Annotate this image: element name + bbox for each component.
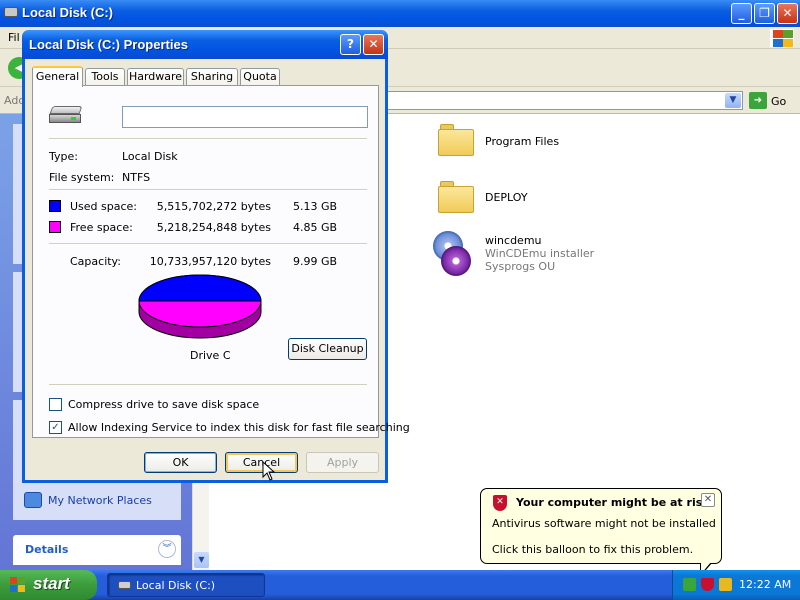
cd-icon[interactable] — [441, 246, 471, 276]
taskbar-button-label: Local Disk (C:) — [136, 579, 216, 592]
maximize-icon[interactable]: ❐ — [754, 3, 775, 24]
drive-icon — [118, 581, 131, 589]
explorer-title-bar[interactable]: Local Disk (C:) _ ❐ ✕ — [0, 0, 800, 27]
clock[interactable]: 12:22 AM — [739, 578, 791, 591]
security-shield-icon: ✕ — [493, 495, 507, 511]
start-label: start — [33, 574, 70, 593]
file-item-deploy[interactable]: DEPLOY — [485, 191, 528, 204]
type-value: Local Disk — [122, 150, 178, 163]
volume-label-input[interactable] — [122, 106, 368, 128]
divider — [49, 384, 367, 386]
file-item-description: WinCDEmu installer — [485, 247, 595, 260]
explorer-title: Local Disk (C:) — [22, 5, 114, 20]
used-space-label: Used space: — [70, 200, 138, 213]
used-space-gb: 5.13 GB — [293, 200, 338, 213]
details-header[interactable]: Details ︾ — [13, 535, 181, 565]
balloon-title: Your computer might be at risk — [516, 496, 710, 509]
disk-usage-pie-chart — [138, 274, 262, 339]
folder-icon[interactable] — [438, 124, 474, 156]
free-space-label: Free space: — [70, 221, 133, 234]
file-system-label: File system: — [49, 171, 115, 184]
go-arrow-icon[interactable]: ➜ — [749, 92, 767, 109]
security-notification-balloon[interactable]: ✕ Your computer might be at risk ✕ Antiv… — [480, 488, 722, 564]
taskbar: start Local Disk (C:) 12:22 AM — [0, 570, 800, 600]
file-item-program-files[interactable]: Program Files — [485, 135, 559, 148]
address-input[interactable]: ▼ — [385, 91, 743, 110]
network-tray-icon[interactable] — [683, 578, 696, 591]
compress-label[interactable]: Compress drive to save disk space — [68, 398, 259, 411]
chevron-down-icon[interactable]: ▼ — [725, 93, 741, 108]
tab-tools[interactable]: Tools — [85, 68, 125, 86]
start-button[interactable]: start — [0, 570, 97, 600]
tab-hardware[interactable]: Hardware — [127, 68, 184, 86]
tab-sharing[interactable]: Sharing — [186, 68, 238, 86]
free-space-swatch — [49, 221, 61, 233]
windows-logo-icon — [770, 29, 794, 47]
windows-flag-icon — [10, 577, 26, 593]
help-icon[interactable]: ? — [340, 34, 361, 55]
dialog-title-bar[interactable]: Local Disk (C:) Properties ? ✕ — [22, 30, 388, 59]
hard-drive-icon — [49, 106, 83, 124]
capacity-label: Capacity: — [70, 255, 121, 268]
used-space-bytes: 5,515,702,272 bytes — [156, 200, 271, 213]
scroll-down-icon[interactable]: ▼ — [194, 552, 209, 568]
network-places-icon — [24, 492, 42, 508]
divider — [49, 243, 367, 245]
minimize-icon[interactable]: _ — [731, 3, 752, 24]
disk-cleanup-button[interactable]: Disk Cleanup — [288, 338, 367, 360]
chevron-expand-icon[interactable]: ︾ — [158, 540, 176, 558]
security-center-tray-icon[interactable] — [701, 578, 714, 591]
type-label: Type: — [49, 150, 78, 163]
tab-general[interactable]: General — [32, 66, 83, 87]
balloon-close-icon[interactable]: ✕ — [701, 493, 715, 507]
divider — [49, 189, 367, 191]
free-space-bytes: 5,218,254,848 bytes — [156, 221, 271, 234]
ok-button[interactable]: OK — [144, 452, 217, 473]
taskbar-button-local-disk[interactable]: Local Disk (C:) — [107, 573, 265, 597]
my-network-places-link[interactable]: My Network Places — [48, 494, 152, 507]
tab-quota[interactable]: Quota — [240, 68, 280, 86]
capacity-bytes: 10,733,957,120 bytes — [149, 255, 271, 268]
drive-icon — [4, 7, 18, 17]
apply-button[interactable]: Apply — [306, 452, 379, 473]
close-icon[interactable]: ✕ — [777, 3, 798, 24]
details-title: Details — [25, 543, 69, 556]
used-space-slice — [138, 274, 262, 302]
file-item-wincdemu[interactable]: wincdemu — [485, 234, 542, 247]
indexing-checkbox[interactable]: ✓ — [49, 421, 62, 434]
folder-icon[interactable] — [438, 181, 474, 213]
general-tab-panel: Type: Local Disk File system: NTFS Used … — [32, 85, 410, 438]
drive-caption: Drive C — [190, 349, 231, 362]
dialog-title: Local Disk (C:) Properties — [29, 37, 188, 52]
file-item-company: Sysprogs OU — [485, 260, 556, 273]
system-tray: 12:22 AM — [672, 570, 800, 600]
mouse-cursor-icon — [262, 461, 276, 481]
balloon-message: Antivirus software might not be installe… — [492, 517, 716, 530]
balloon-action-text[interactable]: Click this balloon to fix this problem. — [492, 543, 693, 556]
menu-file[interactable]: Fil — [8, 31, 20, 44]
free-space-gb: 4.85 GB — [293, 221, 338, 234]
capacity-gb: 9.99 GB — [293, 255, 338, 268]
used-space-swatch — [49, 200, 61, 212]
update-tray-icon[interactable] — [719, 578, 732, 591]
divider — [49, 138, 367, 140]
go-button[interactable]: Go — [771, 95, 786, 108]
dialog-close-icon[interactable]: ✕ — [363, 34, 384, 55]
compress-checkbox[interactable] — [49, 398, 62, 411]
file-system-value: NTFS — [122, 171, 151, 184]
indexing-label[interactable]: Allow Indexing Service to index this dis… — [68, 421, 410, 434]
properties-dialog: Local Disk (C:) Properties ? ✕ General T… — [22, 30, 410, 483]
